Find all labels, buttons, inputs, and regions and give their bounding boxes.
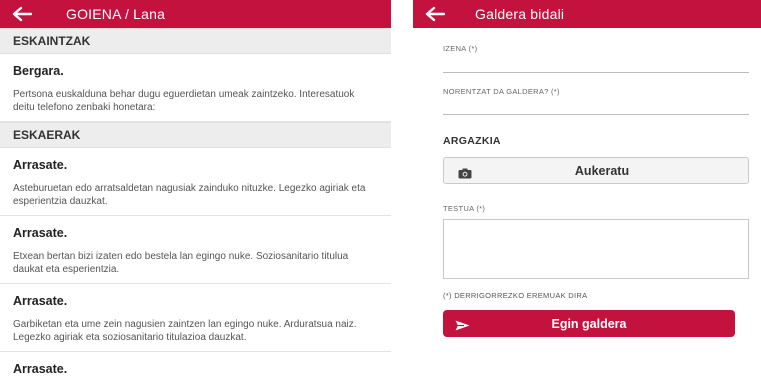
item-title: Bergara. <box>13 64 64 78</box>
list-item[interactable]: Arrasate. <box>0 352 391 376</box>
item-body: Asteburuetan edo arratsaldetan nagusiak … <box>13 183 366 207</box>
section-header-offers: ESKAINTZAK <box>0 28 391 54</box>
page-title: GOIENA / Lana <box>66 6 166 22</box>
name-field-label: IZENA (*) <box>443 44 478 53</box>
item-body: Etxean bertan bizi izaten edo bestela la… <box>13 251 349 275</box>
app-bar: Galdera bidali <box>413 0 761 28</box>
item-title: Arrasate. <box>13 294 68 308</box>
required-note: (*) DERRIGORREZKO EREMUAK DIRA <box>443 291 588 300</box>
submit-question-button[interactable]: Egin galdera <box>443 310 735 337</box>
item-body: Garbiketan eta ume zein nagusien zaintze… <box>13 319 357 343</box>
recipient-field-label: NORENTZAT DA GALDERA? (*) <box>443 87 560 96</box>
photo-section-title: ARGAZKIA <box>443 135 501 147</box>
page-title: Galdera bidali <box>475 6 565 22</box>
text-field-label: TESTUA (*) <box>443 204 486 213</box>
item-title: Arrasate. <box>13 158 68 172</box>
recipient-field-underline <box>443 114 749 115</box>
item-title: Arrasate. <box>13 362 68 376</box>
section-header-requests: ESKAERAK <box>0 122 391 148</box>
arrow-left-icon[interactable] <box>425 0 453 28</box>
arrow-left-icon[interactable] <box>12 0 40 28</box>
name-field[interactable] <box>443 53 749 72</box>
list-item[interactable]: Arrasate. Garbiketan eta ume zein nagusi… <box>0 284 391 352</box>
pick-photo-label: Aukeratu <box>574 163 630 178</box>
list-item[interactable]: Arrasate. Asteburuetan edo arratsaldetan… <box>0 148 391 216</box>
submit-label: Egin galdera <box>551 316 627 331</box>
pick-photo-button[interactable]: Aukeratu <box>443 157 749 184</box>
ask-question-screen: Galdera bidali IZENA (*) NORENTZAT DA GA… <box>413 0 761 383</box>
list-item[interactable]: Bergara. Pertsona euskalduna behar dugu … <box>0 54 391 122</box>
list-item[interactable]: Arrasate. Etxean bertan bizi izaten edo … <box>0 216 391 284</box>
item-body: Pertsona euskalduna behar dugu eguerdiet… <box>13 89 355 113</box>
question-form: IZENA (*) NORENTZAT DA GALDERA? (*) ARGA… <box>413 44 761 337</box>
job-board-screen: GOIENA / Lana ESKAINTZAK Bergara. Pertso… <box>0 0 391 383</box>
app-bar: GOIENA / Lana <box>0 0 391 28</box>
text-area[interactable] <box>443 219 749 279</box>
recipient-field[interactable] <box>443 96 749 114</box>
name-field-underline <box>443 72 749 73</box>
item-title: Arrasate. <box>13 226 68 240</box>
